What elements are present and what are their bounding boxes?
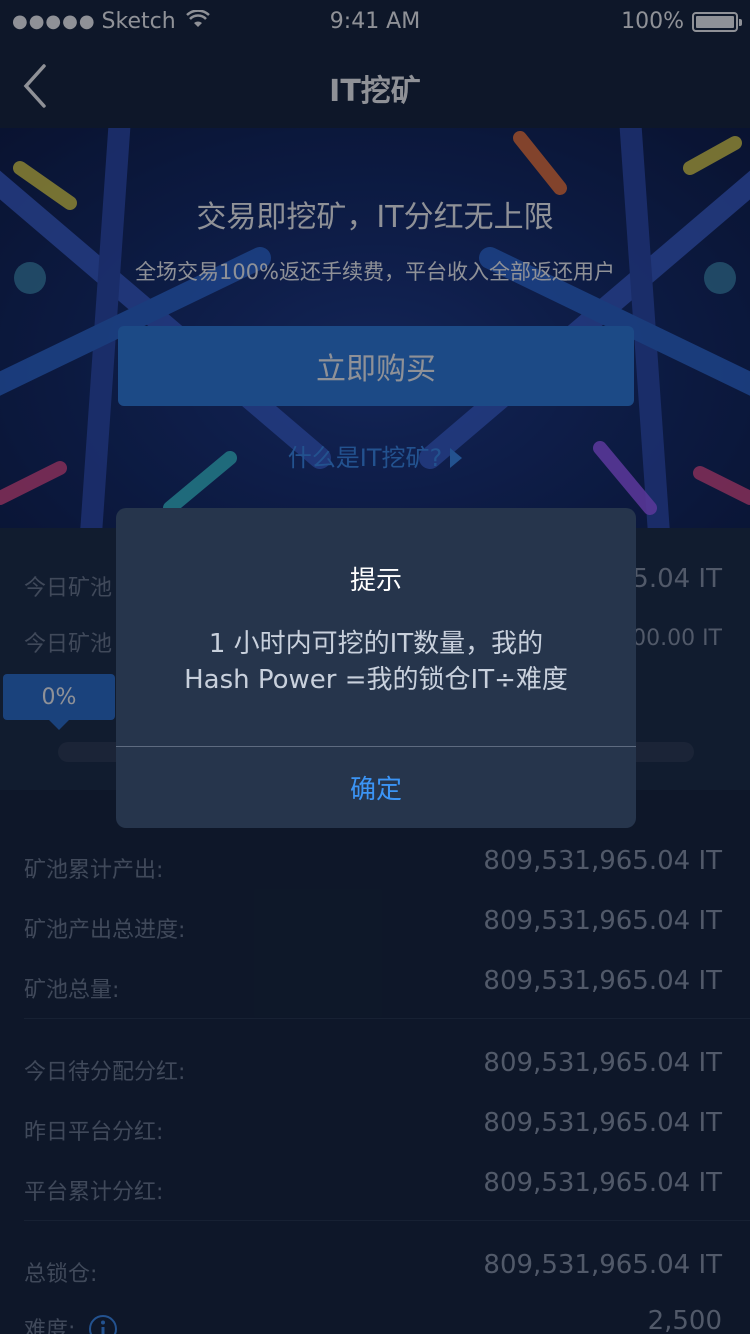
- confirm-button[interactable]: 确定: [116, 747, 636, 828]
- alert-dialog: 提示 1 小时内可挖的IT数量，我的 Hash Power =我的锁仓IT÷难度…: [116, 508, 636, 828]
- dialog-message: 1 小时内可挖的IT数量，我的 Hash Power =我的锁仓IT÷难度: [146, 626, 606, 698]
- dialog-title: 提示: [349, 566, 402, 596]
- dialog-message-line: 1 小时内可挖的IT数量，我的: [208, 629, 544, 659]
- dialog-message-line: Hash Power =我的锁仓IT÷难度: [184, 665, 568, 695]
